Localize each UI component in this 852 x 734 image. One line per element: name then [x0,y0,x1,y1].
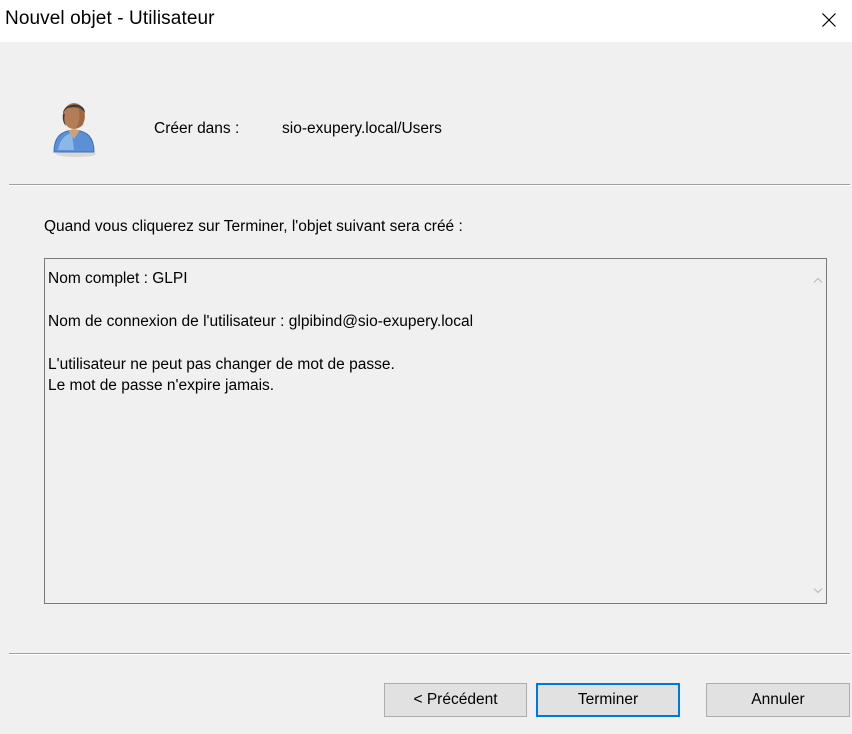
separator-bottom [9,653,850,655]
close-button[interactable] [806,0,852,40]
dialog-body: Créer dans : sio-exupery.local/Users Qua… [0,42,852,734]
vertical-scrollbar[interactable] [809,259,826,603]
create-in-path: sio-exupery.local/Users [282,120,442,137]
previous-button[interactable]: < Précédent [384,683,527,717]
scroll-down-button[interactable] [809,582,826,599]
chevron-down-icon [813,587,822,593]
window-title: Nouvel objet - Utilisateur [5,8,215,29]
summary-intro: Quand vous cliquerez sur Terminer, l'obj… [44,218,463,235]
create-in-label: Créer dans : [154,120,240,137]
scroll-up-button[interactable] [809,271,826,288]
user-icon [53,103,96,157]
summary-password-line-2: Le mot de passe n'expire jamais. [48,377,275,394]
title-bar: Nouvel objet - Utilisateur [0,0,852,42]
summary-textbox[interactable]: Nom complet : GLPI Nom de connexion de l… [44,258,827,604]
cancel-button[interactable]: Annuler [706,683,850,717]
summary-logon-name: Nom de connexion de l'utilisateur : glpi… [48,313,474,330]
summary-full-name: Nom complet : GLPI [48,270,188,287]
finish-button[interactable]: Terminer [536,683,680,717]
separator-top [9,184,850,186]
chevron-up-icon [813,277,822,283]
summary-password-line-1: L'utilisateur ne peut pas changer de mot… [48,356,395,373]
summary-content: Nom complet : GLPI Nom de connexion de l… [48,268,473,396]
close-icon [822,13,836,27]
